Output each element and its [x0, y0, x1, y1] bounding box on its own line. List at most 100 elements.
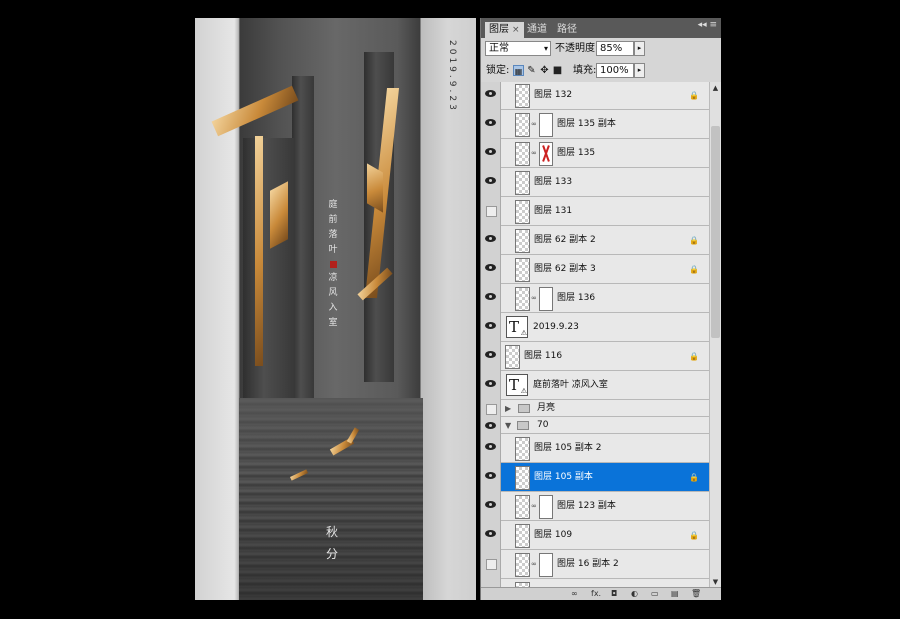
layer-row[interactable]: T ⚠ 2019.9.23 [481, 313, 709, 342]
scroll-up-icon[interactable]: ▲ [710, 82, 721, 94]
layer-row[interactable]: ∞ 图层 135 副本 [481, 110, 709, 139]
poster-pillar [243, 138, 295, 408]
folder-icon[interactable]: ▭ [651, 588, 659, 600]
opacity-label: 不透明度: [555, 43, 599, 54]
layer-name: 图层 135 副本 [557, 119, 616, 129]
gold-stroke [367, 163, 383, 213]
gold-leaf [211, 85, 299, 137]
layer-row[interactable]: ∞ 图层 123 副本 [481, 492, 709, 521]
chain-link-icon: ∞ [531, 502, 537, 510]
fill-arrow-icon[interactable]: ▸ [634, 63, 645, 78]
eye-icon[interactable] [481, 342, 501, 371]
layer-thumbnail [515, 553, 530, 577]
layer-thumbnail [515, 495, 530, 519]
lock-brush-icon[interactable]: ✎ [526, 65, 537, 76]
eye-icon[interactable] [481, 463, 501, 492]
layer-row[interactable]: ∞ 图层 136 [481, 284, 709, 313]
layer-row[interactable]: 图层 62 副本 2 🔒 [481, 226, 709, 255]
layer-thumbnail [515, 437, 530, 461]
poster-date: 2019.9.23 [447, 40, 457, 113]
layer-row[interactable]: ∞ 图层 16 副本 2 [481, 550, 709, 579]
trash-icon[interactable]: 🗑 [691, 588, 701, 600]
eye-icon[interactable] [481, 417, 501, 434]
layer-list: 图层 132 🔒 ∞ 图层 135 副本 ∞ 图层 135 图层 133 图层 131 图层 6… [481, 82, 709, 588]
layer-thumbnail [515, 287, 530, 311]
panel-tab-bar: 图层 × 通道 路径 ◂◂ ≡ [481, 18, 721, 38]
layer-thumbnail [515, 524, 530, 548]
layer-name: 图层 123 副本 [557, 501, 616, 511]
layer-thumbnail [515, 258, 530, 282]
tab-layers[interactable]: 图层 × [485, 22, 524, 38]
layer-name: 图层 105 副本 [534, 472, 593, 482]
eye-icon[interactable] [481, 226, 501, 255]
scroll-thumb[interactable] [711, 126, 720, 338]
lock-transparent-icon[interactable]: ▦ [513, 65, 524, 76]
layers-panel: 图层 × 通道 路径 ◂◂ ≡ 正常 ▾ 不透明度: 85% ▸ 锁定: ▦ ✎ ✥… [480, 18, 721, 600]
visibility-off-icon[interactable] [481, 550, 501, 579]
eye-icon[interactable] [481, 284, 501, 313]
gold-stroke [270, 181, 288, 249]
eye-icon[interactable] [481, 492, 501, 521]
eye-icon[interactable] [481, 82, 501, 110]
eye-icon[interactable] [481, 255, 501, 284]
layer-row[interactable]: ▼ 70 [481, 417, 709, 434]
layer-row[interactable]: 图层 116 🔒 [481, 342, 709, 371]
layer-name: 月亮 [537, 403, 556, 413]
panel-menu-icon[interactable]: ◂◂ ≡ [698, 20, 717, 30]
layer-thumbnail [515, 84, 530, 108]
opacity-input[interactable]: 85% [596, 41, 634, 56]
layer-row[interactable]: 图层 132 🔒 [481, 82, 709, 110]
layer-row[interactable]: ∞ 图层 135 [481, 139, 709, 168]
opacity-arrow-icon[interactable]: ▸ [634, 41, 645, 56]
layer-scrollbar[interactable]: ▲ ▼ [709, 82, 721, 588]
layer-row[interactable]: 图层 62 副本 3 🔒 [481, 255, 709, 284]
close-icon[interactable]: × [512, 25, 520, 35]
layer-row[interactable]: 图层 105 副本 2 [481, 434, 709, 463]
layer-row[interactable]: 图层 109 🔒 [481, 521, 709, 550]
layer-thumbnail [515, 229, 530, 253]
fx-icon[interactable]: fx. [591, 588, 601, 600]
layer-thumbnail [515, 466, 530, 490]
visibility-off-icon[interactable] [481, 197, 501, 226]
lock-icon: 🔒 [689, 91, 699, 100]
lock-icon: 🔒 [689, 473, 699, 482]
layer-name: 庭前落叶 凉风入室 [533, 380, 608, 390]
layer-name: 图层 133 [534, 177, 573, 187]
layer-name: 2019.9.23 [533, 322, 579, 332]
eye-icon[interactable] [481, 139, 501, 168]
layer-row[interactable]: 图层 131 [481, 197, 709, 226]
mask-icon[interactable]: ◘ [611, 588, 617, 600]
lock-move-icon[interactable]: ✥ [539, 65, 550, 76]
eye-icon[interactable] [481, 521, 501, 550]
layer-row[interactable]: 图层 105 副本 🔒 [481, 463, 709, 492]
layer-mask-thumbnail [539, 553, 553, 577]
layer-name: 图层 132 [534, 90, 573, 100]
tab-channels[interactable]: 通道 [523, 22, 551, 38]
eye-icon[interactable] [481, 168, 501, 197]
lock-all-icon[interactable]: ■ [552, 65, 563, 76]
eye-icon[interactable] [481, 371, 501, 400]
link-icon[interactable]: ∞ [571, 588, 578, 600]
eye-icon[interactable] [481, 110, 501, 139]
lock-icon: 🔒 [689, 236, 699, 245]
lock-icon: 🔒 [689, 531, 699, 540]
layer-name: 图层 131 [534, 206, 573, 216]
expand-triangle-open-icon[interactable]: ▼ [505, 417, 511, 434]
layer-thumbnail [515, 142, 530, 166]
eye-icon[interactable] [481, 434, 501, 463]
adjustment-icon[interactable]: ◐ [631, 588, 638, 600]
layer-row[interactable]: ▶ 月亮 [481, 400, 709, 417]
visibility-off-icon[interactable] [481, 400, 501, 417]
new-layer-icon[interactable]: ▤ [671, 588, 679, 600]
eye-icon[interactable] [481, 313, 501, 342]
layer-mask-thumbnail [539, 113, 553, 137]
expand-triangle-icon[interactable]: ▶ [505, 400, 511, 417]
folder-icon [518, 404, 530, 413]
layer-row[interactable]: 图层 133 [481, 168, 709, 197]
fill-input[interactable]: 100% [596, 63, 634, 78]
blend-mode-select[interactable]: 正常 ▾ [485, 41, 551, 56]
layer-thumbnail [515, 113, 530, 137]
tab-paths[interactable]: 路径 [553, 22, 581, 38]
layer-mask-thumbnail [539, 142, 553, 166]
layer-row[interactable]: T ⚠ 庭前落叶 凉风入室 [481, 371, 709, 400]
